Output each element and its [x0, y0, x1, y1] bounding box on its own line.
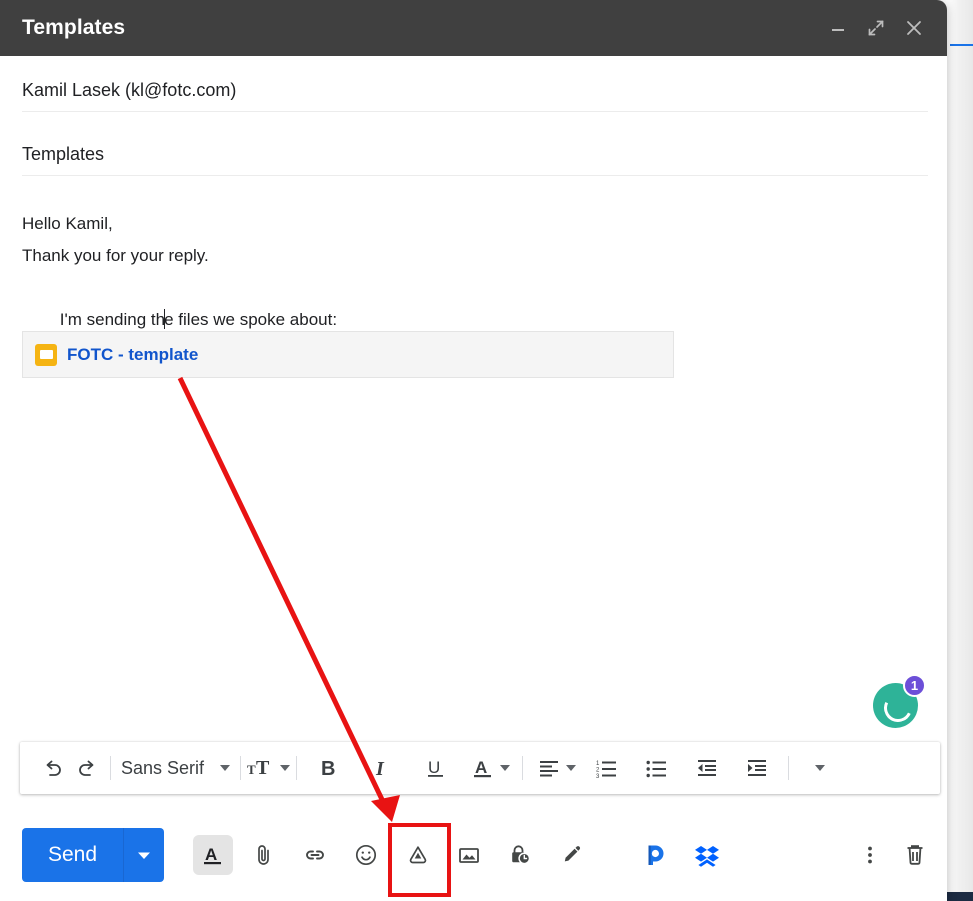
google-slides-icon [35, 343, 57, 366]
svg-text:A: A [205, 845, 217, 864]
chevron-down-icon [500, 765, 511, 771]
undo-button[interactable] [36, 742, 70, 794]
redo-button[interactable] [70, 742, 104, 794]
page-bottom-strip [947, 892, 973, 901]
svg-text:2: 2 [596, 768, 600, 774]
insert-drive-button[interactable] [396, 833, 440, 877]
confidential-mode-button[interactable] [498, 833, 542, 877]
window-controls [819, 0, 933, 56]
compose-action-bar: Send A [0, 826, 947, 886]
toolbar-divider [522, 756, 524, 780]
svg-text:T: T [256, 757, 270, 779]
send-button-label: Send [48, 843, 98, 866]
toolbar-divider [788, 756, 790, 780]
svg-text:3: 3 [596, 774, 600, 780]
svg-text:I: I [375, 758, 385, 780]
to-field[interactable]: Kamil Lasek (kl@fotc.com) [22, 80, 928, 112]
underline-button[interactable]: U [419, 742, 453, 794]
send-options-button[interactable] [124, 828, 164, 882]
chevron-down-icon [566, 765, 577, 771]
subject-field[interactable]: Templates [22, 144, 928, 176]
boomerang-addon-button[interactable] [634, 833, 678, 877]
send-button[interactable]: Send [22, 828, 165, 882]
body-line-1: Hello Kamil, [22, 214, 113, 233]
toolbar-divider [110, 756, 111, 780]
text-color-button[interactable]: A [471, 742, 511, 794]
expand-button[interactable] [857, 9, 895, 47]
body-line-3-after-caret: e files we spoke about: [164, 310, 338, 329]
minimize-button[interactable] [819, 9, 857, 47]
compose-title: Templates [22, 16, 126, 39]
assistant-badge-count: 1 [903, 674, 926, 697]
dropbox-addon-button[interactable] [685, 833, 729, 877]
gmail-compose-screenshot: Templates Kamil Lasek (kl@fotc.com) Temp… [0, 0, 973, 901]
align-button[interactable] [537, 742, 577, 794]
page-background-strip [947, 0, 973, 901]
indent-less-button[interactable] [690, 742, 724, 794]
attach-files-button[interactable] [242, 833, 286, 877]
insert-emoji-button[interactable] [344, 833, 388, 877]
svg-text:T: T [247, 762, 256, 777]
numbered-list-button[interactable]: 1 2 3 [590, 742, 624, 794]
svg-text:1: 1 [596, 761, 600, 767]
svg-text:U: U [428, 758, 440, 777]
body-line-3-before-caret: I'm sending th [59, 310, 166, 329]
toolbar-divider [296, 756, 298, 780]
insert-signature-button[interactable] [549, 833, 593, 877]
attachment-chip[interactable]: FOTC - template [22, 331, 674, 378]
body-line-2: Thank you for your reply. [22, 246, 209, 265]
more-options-button[interactable] [848, 833, 892, 877]
writing-assistant-widget[interactable]: 1 [873, 674, 926, 728]
chevron-down-icon [220, 765, 231, 771]
indent-more-button[interactable] [740, 742, 774, 794]
discard-draft-button[interactable] [893, 833, 937, 877]
chevron-down-icon [280, 765, 291, 771]
toolbar-divider [240, 756, 242, 780]
insert-link-button[interactable] [293, 833, 337, 877]
font-family-value: Sans Serif [121, 757, 205, 778]
compose-header: Templates [0, 0, 947, 56]
formatting-options-button[interactable]: A [193, 835, 233, 875]
compose-window: Templates Kamil Lasek (kl@fotc.com) Temp… [0, 0, 947, 901]
bulleted-list-button[interactable] [640, 742, 674, 794]
bold-button[interactable]: B [311, 742, 345, 794]
more-formatting-button[interactable] [803, 742, 837, 794]
attachment-name[interactable]: FOTC - template [67, 345, 198, 365]
page-blue-rule [950, 44, 973, 46]
font-family-select[interactable]: Sans Serif [117, 742, 234, 794]
italic-button[interactable]: I [365, 742, 399, 794]
close-button[interactable] [895, 9, 933, 47]
svg-text:A: A [475, 758, 487, 777]
svg-text:B: B [321, 758, 335, 780]
font-size-button[interactable]: T T [247, 742, 291, 794]
chevron-down-icon [815, 765, 826, 771]
formatting-toolbar: Sans Serif T T B I U A 1 2 3 [20, 742, 940, 794]
insert-photo-button[interactable] [447, 833, 491, 877]
